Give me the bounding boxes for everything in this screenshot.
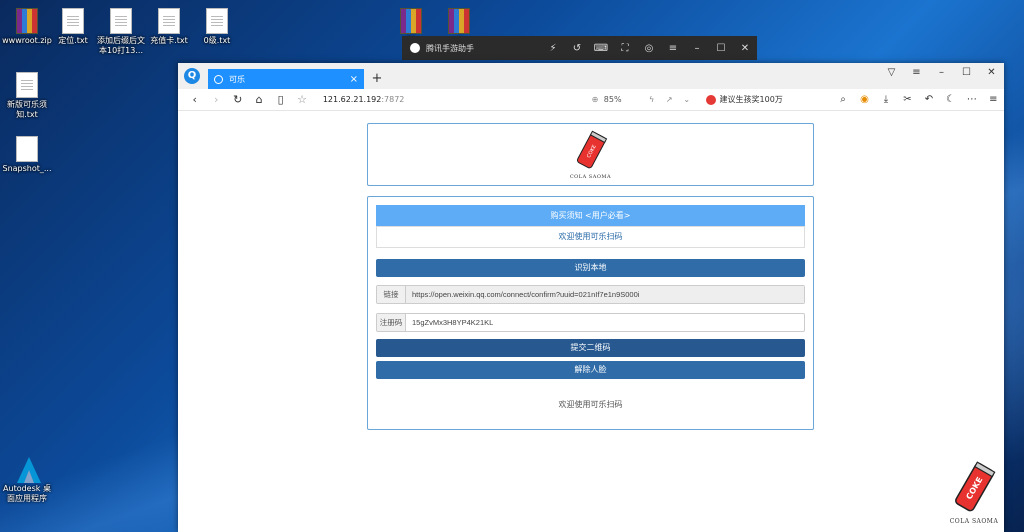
desktop-icon-label: 充值卡.txt xyxy=(150,36,188,45)
download-icon[interactable]: ⤓ xyxy=(875,94,896,105)
archive-icon xyxy=(448,8,470,34)
text-file-icon xyxy=(158,8,180,34)
gamepad-icon[interactable]: ◎ xyxy=(637,43,661,54)
refresh-icon[interactable]: ↻ xyxy=(227,93,248,106)
browser-window: Q 可乐 × + ▽ ≡ – ☐ ✕ ‹ › ↻ ⌂ ▯ ☆ 121.62.21… xyxy=(178,63,1004,532)
brand-name: COLA SAOMA xyxy=(569,174,612,180)
recognize-local-button[interactable]: 识别本地 xyxy=(376,259,805,277)
archive-icon xyxy=(16,8,38,34)
corner-coke-logo: COKE COLA SAOMA xyxy=(944,460,1004,528)
page-content: COKE COLA SAOMA 购买须知 <用户必看> 欢迎使用可乐扫码 识别本… xyxy=(178,111,1004,532)
text-file-icon xyxy=(62,8,84,34)
sogou-search-icon xyxy=(705,94,716,105)
reg-code-label: 注册码 xyxy=(377,314,406,331)
desktop-icon-label: 0级.txt xyxy=(203,36,231,45)
address-bar: ‹ › ↻ ⌂ ▯ ☆ 121.62.21.192:7872 ⊕ 85% ϟ ↗… xyxy=(178,89,1004,111)
notice-title: 购买须知 <用户必看> xyxy=(376,205,805,226)
menu-icon[interactable]: ≡ xyxy=(904,67,929,78)
desktop-icon-label: 新版可乐须知.txt xyxy=(7,100,47,119)
favorite-star-icon[interactable]: ☆ xyxy=(291,93,312,106)
tab-cola[interactable]: 可乐 × xyxy=(208,69,364,89)
desktop-icon-cola-notice-txt[interactable]: 新版可乐须知.txt xyxy=(0,72,54,120)
minimize-icon[interactable]: – xyxy=(929,67,954,78)
link-label: 链接 xyxy=(377,286,406,303)
notice-body: 欢迎使用可乐扫码 xyxy=(376,226,805,248)
night-mode-icon[interactable]: ☾ xyxy=(940,94,961,105)
desktop-icon-snapshot[interactable]: Snapshot_... xyxy=(0,136,54,174)
desktop-icon-label: Autodesk 桌面应用程序 xyxy=(3,484,51,503)
share-icon[interactable]: ↗ xyxy=(660,95,678,104)
desktop-icon-label: 定位.txt xyxy=(58,36,88,45)
assistant-logo-icon xyxy=(410,43,420,53)
footer-text: 欢迎使用可乐扫码 xyxy=(558,400,623,409)
link-value: https://open.weixin.qq.com/connect/confi… xyxy=(406,286,804,303)
close-icon[interactable]: ✕ xyxy=(979,67,1004,78)
text-file-icon xyxy=(110,8,132,34)
menu-icon[interactable]: ≡ xyxy=(661,43,685,54)
maximize-icon[interactable]: ☐ xyxy=(954,67,979,78)
desktop-icon-autodesk[interactable]: Autodesk 桌面应用程序 xyxy=(0,456,54,504)
forward-icon[interactable]: › xyxy=(205,93,226,106)
gamepad-icon[interactable]: ◉ xyxy=(854,94,875,105)
header-card: COKE COLA SAOMA xyxy=(367,123,814,186)
maximize-icon[interactable]: ☐ xyxy=(709,43,733,54)
text-file-icon xyxy=(206,8,228,34)
globe-icon xyxy=(214,74,223,84)
scissors-icon[interactable]: ✂ xyxy=(897,94,918,105)
new-tab-button[interactable]: + xyxy=(368,71,386,86)
toolbar-title: 腾讯手游助手 xyxy=(426,43,474,53)
menu-icon[interactable]: ≡ xyxy=(983,94,1004,105)
autodesk-icon xyxy=(16,456,41,483)
reg-code-value: 15gZvMx3H8YP4K21KL xyxy=(412,318,494,327)
browser-logo-icon: Q xyxy=(184,68,200,84)
shirt-skin-icon[interactable]: ▽ xyxy=(879,67,904,78)
search-icon[interactable]: ⌕ xyxy=(832,94,853,105)
desktop-icon-dingwei-txt[interactable]: 定位.txt xyxy=(46,8,100,46)
search-box[interactable]: 建议生孩奖100万 xyxy=(705,94,833,105)
desktop-icon-level0-txt[interactable]: 0级.txt xyxy=(190,8,244,46)
game-assistant-toolbar: 腾讯手游助手 ⚡ ↺ ⌨ ⛶ ◎ ≡ – ☐ ✕ xyxy=(402,36,757,60)
image-file-icon xyxy=(16,136,38,162)
tab-label: 可乐 xyxy=(229,74,245,84)
main-card: 购买须知 <用户必看> 欢迎使用可乐扫码 识别本地 链接 https://ope… xyxy=(367,196,814,430)
reader-icon[interactable]: ▯ xyxy=(270,93,291,106)
tab-close-icon[interactable]: × xyxy=(350,74,358,85)
boost-icon[interactable]: ⚡ xyxy=(541,43,565,54)
chevron-down-icon[interactable]: ⌄ xyxy=(678,95,696,104)
reg-code-field[interactable]: 注册码 15gZvMx3H8YP4K21KL xyxy=(376,313,805,332)
undo-icon[interactable]: ↶ xyxy=(918,94,939,105)
rotate-icon[interactable]: ↺ xyxy=(565,43,589,54)
desktop-icon-suffix-txt[interactable]: 添加后缀后文本10打13... xyxy=(94,8,148,56)
more-icon[interactable]: ⋯ xyxy=(961,94,982,105)
home-icon[interactable]: ⌂ xyxy=(248,93,269,106)
url-input[interactable]: 121.62.21.192:7872 xyxy=(323,95,586,104)
text-file-icon xyxy=(16,72,38,98)
desktop-icon-label: wwwroot.zip xyxy=(2,36,52,45)
close-icon[interactable]: ✕ xyxy=(733,43,757,54)
submit-qrcode-button[interactable]: 提交二维码 xyxy=(376,339,805,357)
brand-name: COLA SAOMA xyxy=(949,518,999,525)
desktop-icon-label: Snapshot_... xyxy=(2,164,52,173)
url-host: 121.62.21.192 xyxy=(322,95,382,104)
desktop-icon-label: 添加后缀后文本10打13... xyxy=(97,36,145,55)
minimize-icon[interactable]: – xyxy=(685,43,709,54)
archive-icon xyxy=(400,8,422,34)
search-hint: 建议生孩奖100万 xyxy=(719,95,783,104)
link-field[interactable]: 链接 https://open.weixin.qq.com/connect/co… xyxy=(376,285,805,304)
lightning-icon[interactable]: ϟ xyxy=(643,95,661,104)
back-icon[interactable]: ‹ xyxy=(184,93,205,106)
keyboard-icon[interactable]: ⌨ xyxy=(589,43,613,54)
zoom-level[interactable]: 85% xyxy=(604,95,643,104)
tab-bar: Q 可乐 × + ▽ ≡ – ☐ ✕ xyxy=(178,63,1004,89)
unbind-face-button[interactable]: 解除人脸 xyxy=(376,361,805,379)
window-controls: ▽ ≡ – ☐ ✕ xyxy=(879,67,1004,78)
zoom-icon: ⊕ xyxy=(591,95,599,104)
desktop-icon-card-txt[interactable]: 充值卡.txt xyxy=(142,8,196,46)
coke-can-logo: COKE xyxy=(574,129,608,173)
url-port: :7872 xyxy=(381,95,405,104)
fullscreen-icon[interactable]: ⛶ xyxy=(613,43,637,54)
